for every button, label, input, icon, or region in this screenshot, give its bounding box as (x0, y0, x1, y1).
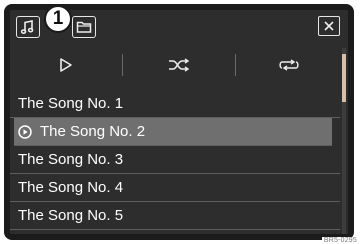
tab-folder[interactable] (72, 16, 96, 38)
song-title: The Song No. 1 (18, 95, 124, 112)
song-row[interactable]: The Song No. 1 (10, 90, 340, 118)
song-title: The Song No. 4 (18, 179, 124, 196)
callout-marker: 1 (44, 5, 72, 33)
scroll-thumb[interactable] (342, 54, 346, 102)
close-button[interactable] (318, 16, 340, 36)
repeat-icon (279, 59, 299, 71)
song-list: The Song No. 1 The Song No. 2 The Song N… (10, 90, 340, 230)
repeat-button[interactable] (236, 48, 342, 82)
folder-icon (76, 21, 92, 33)
scrollbar[interactable] (342, 48, 346, 234)
now-playing-icon (18, 124, 32, 139)
shuffle-button[interactable] (123, 48, 235, 82)
close-icon (324, 21, 334, 31)
figure-code: BR5-0295 (321, 237, 359, 244)
song-title: The Song No. 3 (18, 151, 124, 168)
song-row[interactable]: The Song No. 5 (10, 202, 340, 230)
song-title: The Song No. 5 (18, 207, 124, 224)
shuffle-icon (169, 58, 190, 72)
device-frame: The Song No. 1 The Song No. 2 The Song N… (4, 4, 354, 240)
tab-music[interactable] (16, 16, 40, 38)
callout-number: 1 (52, 8, 64, 29)
player-screen: The Song No. 1 The Song No. 2 The Song N… (10, 10, 348, 234)
song-row[interactable]: The Song No. 3 (10, 146, 340, 174)
music-note-icon (20, 20, 34, 34)
song-row-playing[interactable]: The Song No. 2 (14, 118, 332, 146)
play-icon (60, 58, 72, 72)
song-title: The Song No. 2 (40, 123, 146, 140)
play-button[interactable] (10, 48, 122, 82)
song-row[interactable]: The Song No. 4 (10, 174, 340, 202)
playback-controls (10, 48, 348, 82)
